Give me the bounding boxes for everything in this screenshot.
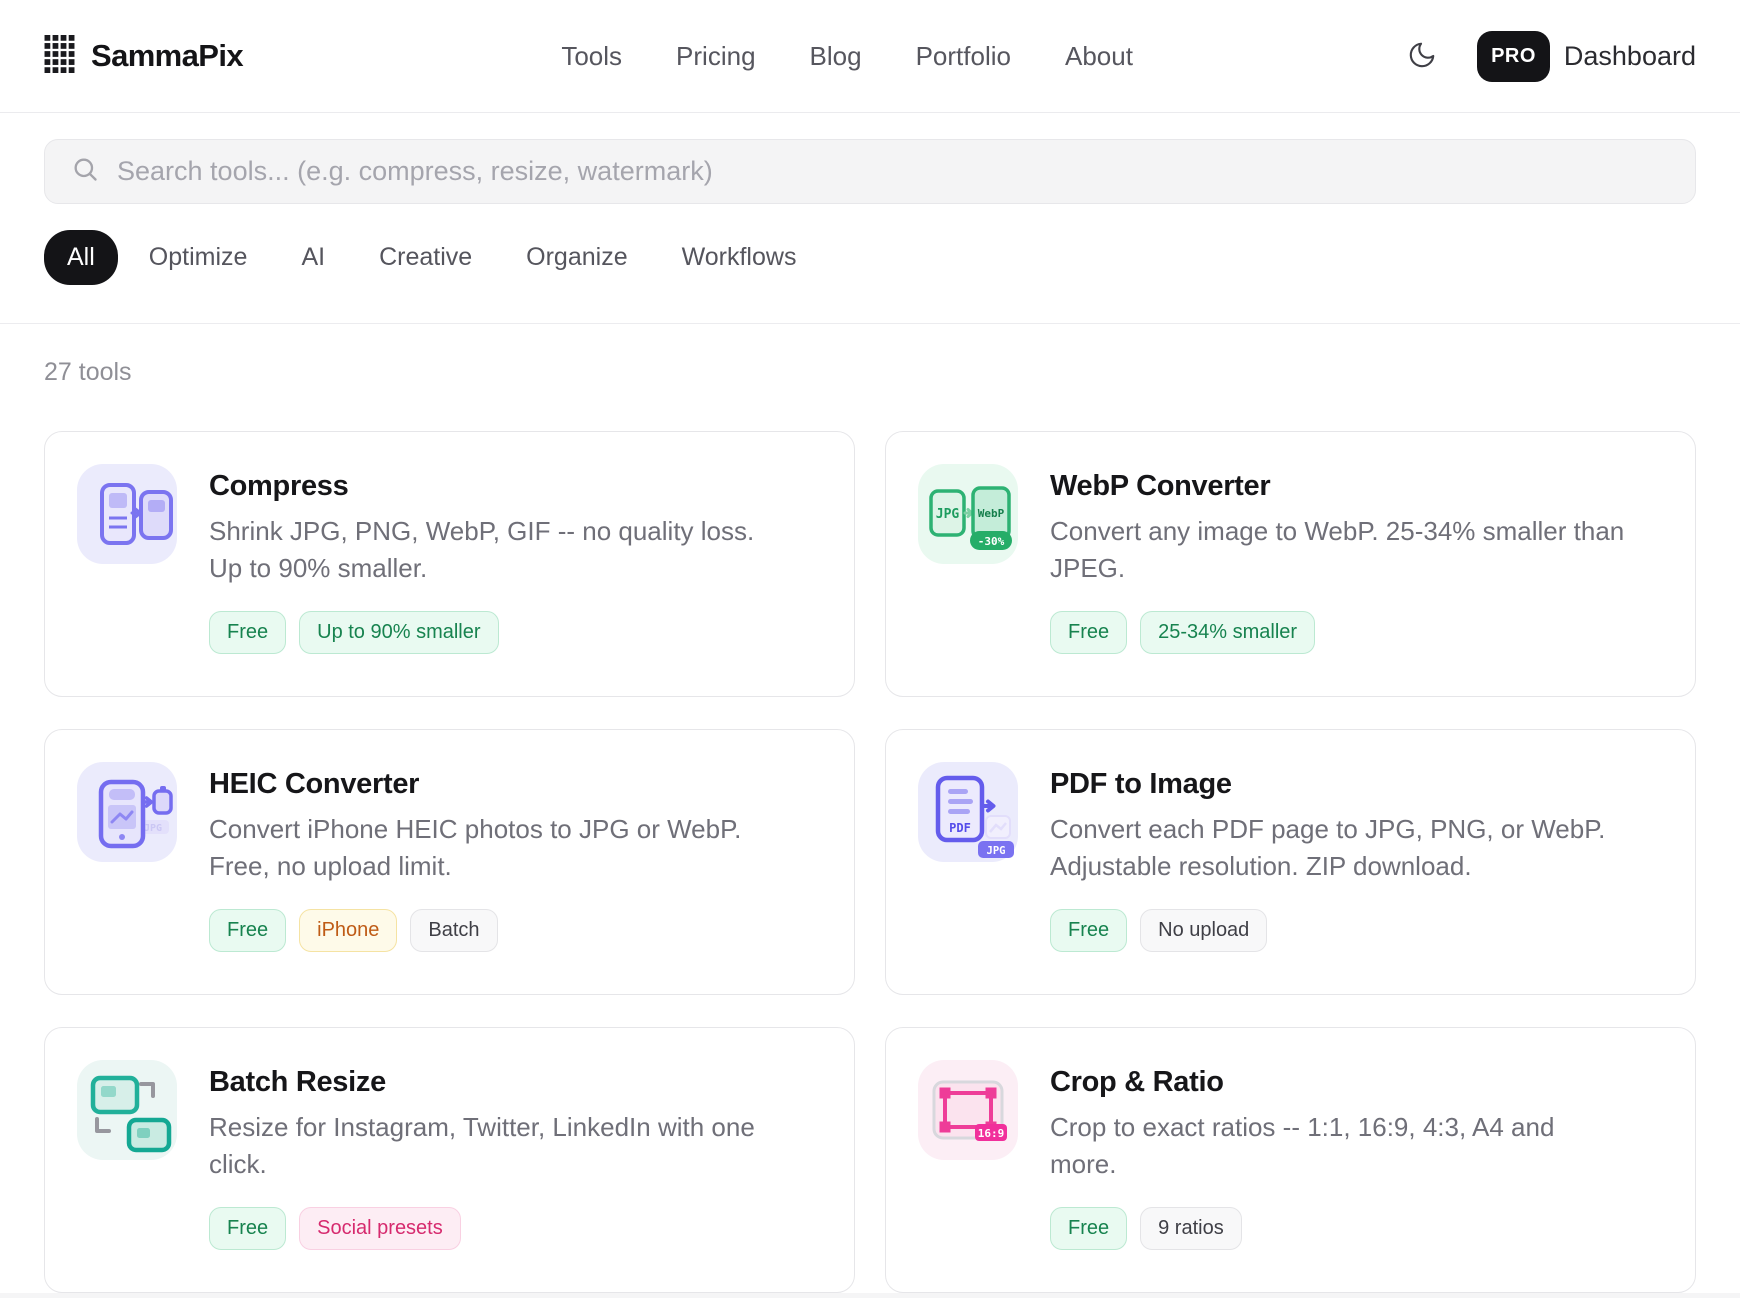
tool-title: Batch Resize <box>209 1066 784 1099</box>
svg-text:JPG: JPG <box>144 823 162 834</box>
svg-text:JPG: JPG <box>987 845 1006 857</box>
search-input[interactable] <box>117 156 1669 187</box>
batch-resize-icon <box>77 1060 177 1160</box>
main-nav: Tools Pricing Blog Portfolio About <box>561 41 1133 72</box>
tool-title: Crop & Ratio <box>1050 1066 1625 1099</box>
svg-text:16:9: 16:9 <box>978 1127 1005 1140</box>
theme-toggle-button[interactable] <box>1407 40 1437 73</box>
svg-text:JPG: JPG <box>936 507 960 522</box>
search-section: AllOptimizeAICreativeOrganizeWorkflows <box>0 113 1740 324</box>
tool-description: Convert iPhone HEIC photos to JPG or Web… <box>209 811 784 885</box>
tool-title: Compress <box>209 470 784 503</box>
heic-converter-icon: JPG <box>77 762 177 862</box>
tag-free: Free <box>209 909 286 952</box>
tool-description: Resize for Instagram, Twitter, LinkedIn … <box>209 1109 784 1183</box>
tag-25-34-smaller: 25-34% smaller <box>1140 611 1315 654</box>
grid-logo-icon <box>44 35 75 78</box>
tool-description: Shrink JPG, PNG, WebP, GIF -- no quality… <box>209 513 784 587</box>
tool-tags: Free Up to 90% smaller <box>209 611 784 654</box>
nav-item-about[interactable]: About <box>1065 41 1133 72</box>
nav-item-blog[interactable]: Blog <box>810 41 862 72</box>
tool-card-compress[interactable]: Compress Shrink JPG, PNG, WebP, GIF -- n… <box>44 431 855 697</box>
tool-tags: Free 25-34% smaller <box>1050 611 1625 654</box>
tag-free: Free <box>209 611 286 654</box>
tag-up-to-90-smaller: Up to 90% smaller <box>299 611 498 654</box>
filter-chip-creative[interactable]: Creative <box>356 230 495 285</box>
top-nav: SammaPix ToolsPricingBlogPortfolioAbout … <box>0 0 1740 113</box>
tool-title: HEIC Converter <box>209 768 784 801</box>
tool-tags: Free No upload <box>1050 909 1625 952</box>
tool-tags: Free iPhone Batch <box>209 909 784 952</box>
filter-chips: AllOptimizeAICreativeOrganizeWorkflows <box>44 230 1696 285</box>
tag-batch: Batch <box>410 909 497 952</box>
moon-icon <box>1407 40 1437 73</box>
tool-title: WebP Converter <box>1050 470 1625 503</box>
nav-item-pricing[interactable]: Pricing <box>676 41 755 72</box>
tag-iphone: iPhone <box>299 909 397 952</box>
tool-title: PDF to Image <box>1050 768 1625 801</box>
tools-count: 27 tools <box>44 324 1696 387</box>
dashboard-link[interactable]: Dashboard <box>1564 41 1696 72</box>
tool-tags: Free 9 ratios <box>1050 1207 1625 1250</box>
filter-chip-workflows[interactable]: Workflows <box>659 230 820 285</box>
tag-free: Free <box>209 1207 286 1250</box>
brand-logo[interactable]: SammaPix <box>44 35 243 78</box>
pdf-to-image-icon: PDF JPG <box>918 762 1018 862</box>
tools-section: 27 tools Compress Shrink JPG, PNG, WebP,… <box>0 324 1740 1293</box>
pro-badge[interactable]: PRO <box>1477 31 1550 82</box>
tool-tags: Free Social presets <box>209 1207 784 1250</box>
tool-description: Convert any image to WebP. 25-34% smalle… <box>1050 513 1625 587</box>
tool-card-batch-resize[interactable]: Batch Resize Resize for Instagram, Twitt… <box>44 1027 855 1293</box>
crop-ratio-icon: 16:9 <box>918 1060 1018 1160</box>
filter-chip-organize[interactable]: Organize <box>503 230 650 285</box>
tool-card-heic-converter[interactable]: JPG HEIC Converter Convert iPhone HEIC p… <box>44 729 855 995</box>
tools-grid: Compress Shrink JPG, PNG, WebP, GIF -- n… <box>44 431 1696 1293</box>
tool-description: Crop to exact ratios -- 1:1, 16:9, 4:3, … <box>1050 1109 1625 1183</box>
tool-card-webp-converter[interactable]: JPG WebP -30% WebP Converter Convert any… <box>885 431 1696 697</box>
svg-text:-30%: -30% <box>978 535 1005 548</box>
search-bar[interactable] <box>44 139 1696 204</box>
brand-name: SammaPix <box>91 38 243 74</box>
webp-converter-icon: JPG WebP -30% <box>918 464 1018 564</box>
search-icon <box>71 155 99 188</box>
svg-text:PDF: PDF <box>949 821 971 835</box>
tag-social-presets: Social presets <box>299 1207 461 1250</box>
nav-item-portfolio[interactable]: Portfolio <box>916 41 1011 72</box>
nav-item-tools[interactable]: Tools <box>561 41 622 72</box>
tag-9-ratios: 9 ratios <box>1140 1207 1242 1250</box>
tool-card-crop-ratio[interactable]: 16:9 Crop & Ratio Crop to exact ratios -… <box>885 1027 1696 1293</box>
tag-no-upload: No upload <box>1140 909 1267 952</box>
filter-chip-optimize[interactable]: Optimize <box>126 230 271 285</box>
tool-card-pdf-to-image[interactable]: PDF JPG PDF to Image Convert each PDF pa… <box>885 729 1696 995</box>
tag-free: Free <box>1050 909 1127 952</box>
svg-text:WebP: WebP <box>978 507 1005 520</box>
tool-description: Convert each PDF page to JPG, PNG, or We… <box>1050 811 1625 885</box>
filter-chip-all[interactable]: All <box>44 230 118 285</box>
tag-free: Free <box>1050 1207 1127 1250</box>
compress-icon <box>77 464 177 564</box>
tag-free: Free <box>1050 611 1127 654</box>
filter-chip-ai[interactable]: AI <box>278 230 348 285</box>
